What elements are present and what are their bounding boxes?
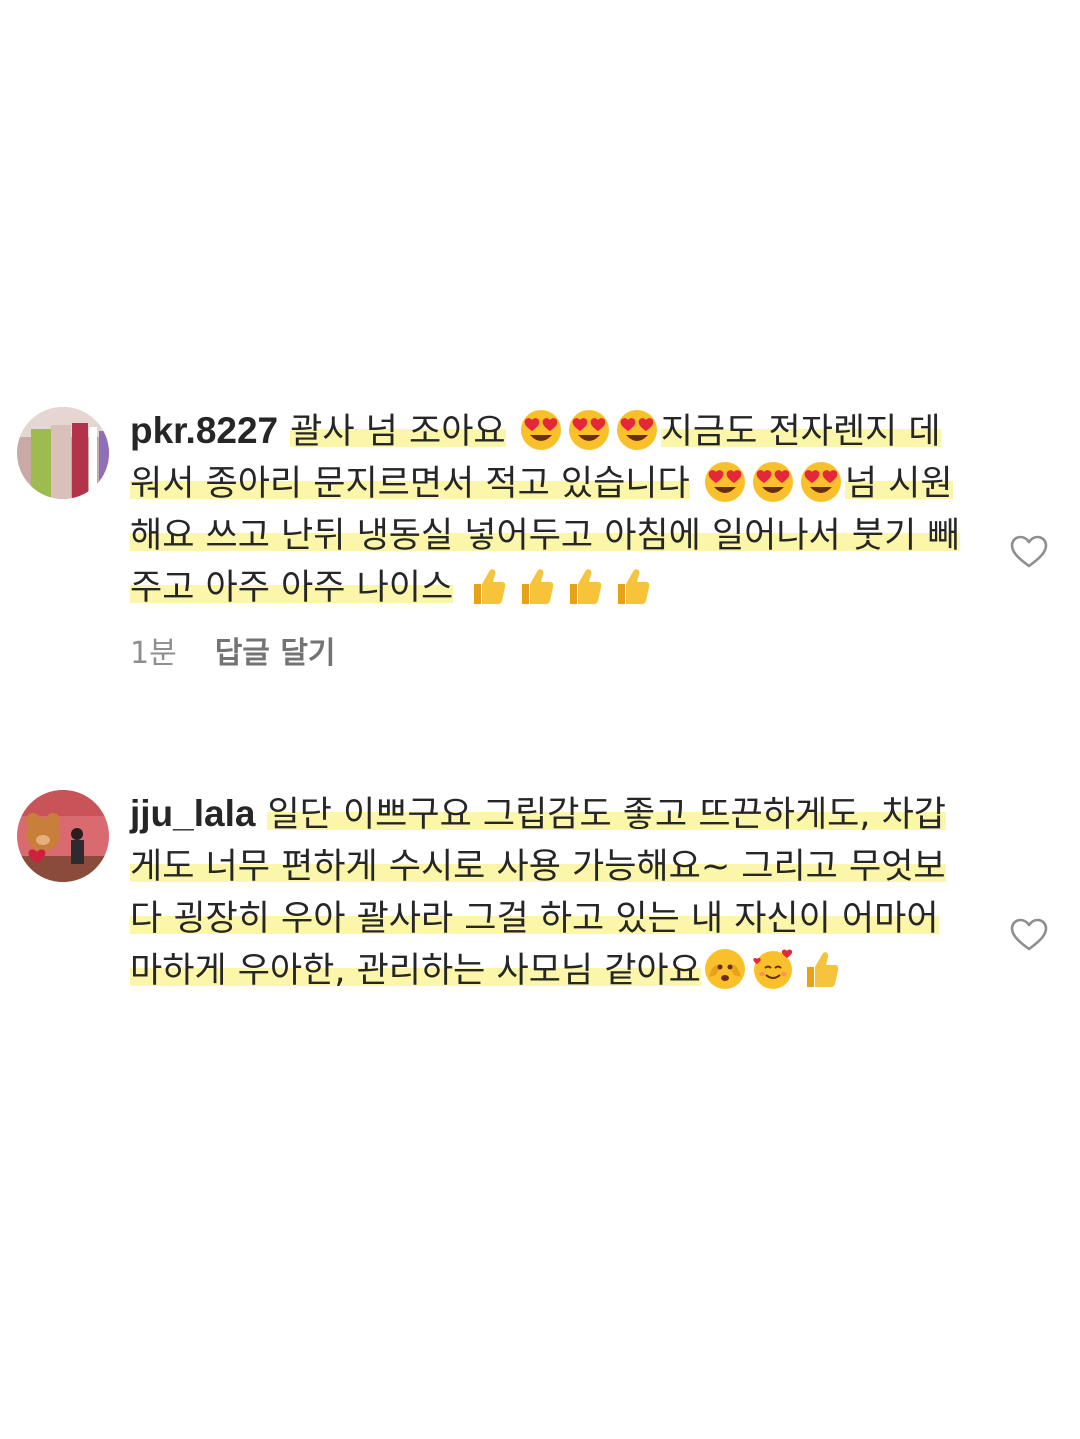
- teddy-bear-photo-avatar[interactable]: [17, 790, 109, 882]
- comment-body: pkr.8227 괄사 넘 조아요 지금도 전자렌지 데워서 종아리 문지르면서 …: [130, 405, 960, 672]
- heart-eyes-emoji-icon: [799, 460, 843, 504]
- comment-username[interactable]: pkr.8227: [130, 410, 278, 451]
- heart-eyes-emoji-icon: [519, 408, 563, 452]
- heart-outline-icon[interactable]: [1010, 535, 1048, 569]
- comment-body: jju_lala 일단 이쁘구요 그립감도 좋고 뜨끈하게도, 차갑게도 너무 편…: [130, 788, 960, 997]
- heart-eyes-emoji-icon: [703, 460, 747, 504]
- comment-username[interactable]: jju_lala: [130, 793, 255, 834]
- thumbs-up-emoji-icon: [514, 564, 558, 608]
- peeking-face-emoji-icon: [703, 947, 747, 991]
- comment-meta: 1분 답글 달기: [130, 628, 960, 672]
- comment-text: pkr.8227 괄사 넘 조아요 지금도 전자렌지 데워서 종아리 문지르면서 …: [130, 405, 960, 614]
- thumbs-up-emoji-icon: [799, 947, 843, 991]
- heart-eyes-emoji-icon: [751, 460, 795, 504]
- comment-time: 1분: [130, 636, 177, 671]
- thumbs-up-emoji-icon: [562, 564, 606, 608]
- heart-outline-icon[interactable]: [1010, 918, 1048, 952]
- smiling-hearts-emoji-icon: [751, 947, 795, 991]
- heart-eyes-emoji-icon: [567, 408, 611, 452]
- thumbs-up-emoji-icon: [466, 564, 510, 608]
- heart-eyes-emoji-icon: [615, 408, 659, 452]
- thumbs-up-emoji-icon: [610, 564, 654, 608]
- comment-text-lead: 괄사 넘 조아요: [290, 412, 506, 452]
- comment-text: jju_lala 일단 이쁘구요 그립감도 좋고 뜨끈하게도, 차갑게도 너무 편…: [130, 788, 960, 997]
- product-photo-avatar[interactable]: [17, 407, 109, 499]
- reply-button[interactable]: 답글 달기: [215, 628, 336, 672]
